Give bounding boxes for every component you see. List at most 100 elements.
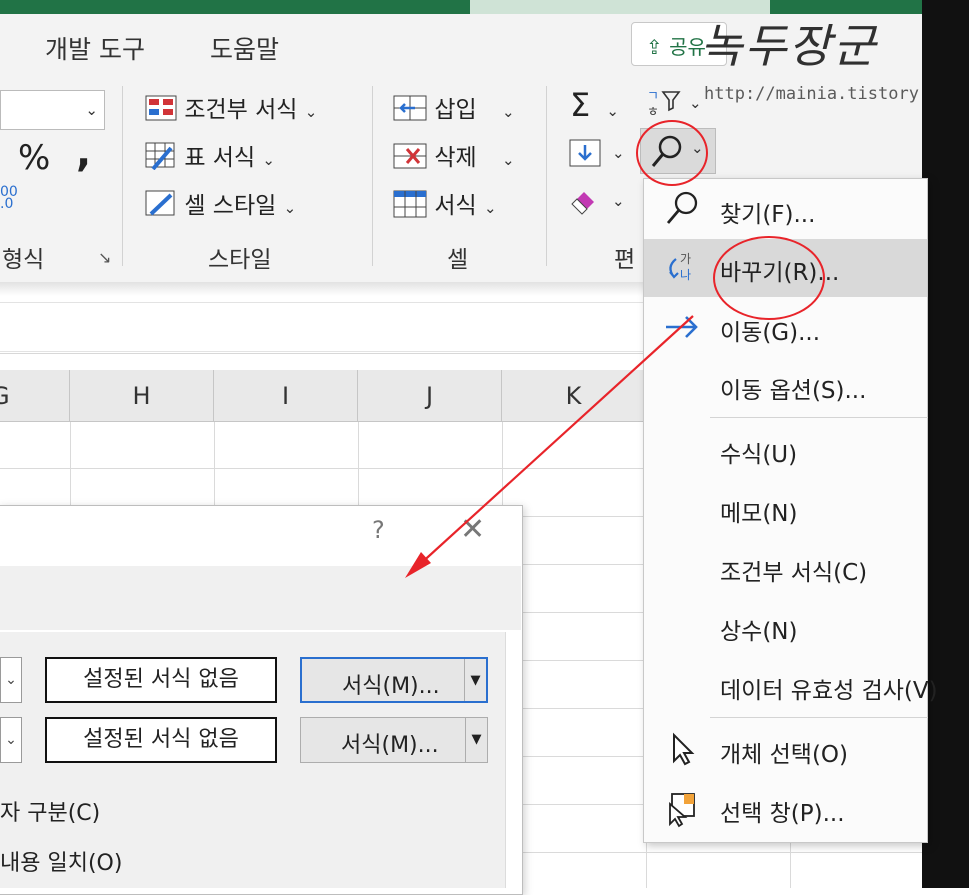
comma-style-button[interactable]: , (76, 130, 91, 176)
chevron-down-icon: ⌄ (483, 199, 497, 217)
menu-item-label: 수식(U) (720, 442, 798, 468)
annotation-circle (636, 120, 708, 186)
fill-down-icon (569, 139, 601, 167)
chevron-down-icon: ⌄ (5, 672, 17, 688)
menu-item-label: 이동 옵션(S)... (720, 378, 867, 404)
menu-item-conditional-formatting[interactable]: 조건부 서식(C) (644, 539, 927, 597)
menu-item-label: 메모(N) (720, 501, 798, 527)
menu-item-constants[interactable]: 상수(N) (644, 598, 927, 656)
delete-cells-button[interactable]: 삭제 ⌄ (393, 138, 515, 172)
format-as-table-label: 표 서식 (184, 145, 256, 171)
annotation-circle (713, 236, 825, 320)
cell-styles-icon (145, 190, 175, 216)
menu-item-label: 찾기(F)... (720, 202, 816, 228)
match-case-option[interactable]: 자 구분(C) (0, 795, 100, 827)
conditional-formatting-icon (145, 95, 177, 121)
menu-item-label: 개체 선택(O) (720, 742, 849, 768)
styles-group-label: 스타일 (208, 247, 272, 273)
table-format-icon (145, 142, 175, 170)
column-header-k[interactable]: K (502, 370, 646, 422)
separator (546, 86, 547, 266)
insert-cells-button[interactable]: 삽입 ⌄ (393, 90, 515, 124)
percent-style-button[interactable]: % (18, 138, 50, 178)
share-icon: ⇪ (646, 35, 663, 59)
column-header-g[interactable]: G (0, 370, 70, 422)
menu-item-data-validation[interactable]: 데이터 유효성 검사(V) (644, 657, 938, 715)
column-header-h[interactable]: H (70, 370, 214, 422)
dialog-launcher-icon[interactable]: ↘ (98, 248, 111, 267)
menu-item-label: 상수(N) (720, 619, 798, 645)
find-what-combo[interactable]: ⌄ (0, 657, 22, 703)
replace-format-preview: 설정된 서식 없음 (45, 717, 277, 763)
number-group-label: 형식 (2, 247, 45, 273)
pointer-icon (673, 732, 695, 766)
svg-text:ㅎ: ㅎ (647, 105, 659, 120)
tab-help[interactable]: 도움말 (210, 30, 279, 66)
dropdown-arrow-icon[interactable]: ▼ (465, 718, 487, 762)
chevron-down-icon: ⌄ (606, 102, 619, 120)
insert-label: 삽입 (434, 97, 477, 123)
dialog-options-panel: ⌄ 설정된 서식 없음 서식(M)... ▼ ⌄ 설정된 서식 없음 서식(M)… (0, 632, 506, 888)
menu-item-notes[interactable]: 메모(N) (644, 480, 927, 538)
replace-with-combo[interactable]: ⌄ (0, 717, 22, 763)
chevron-down-icon: ⌄ (5, 732, 17, 748)
chevron-down-icon: ⌄ (501, 103, 515, 121)
conditional-formatting-button[interactable]: 조건부 서식 ⌄ (145, 90, 317, 124)
svg-text:가: 가 (680, 252, 691, 266)
menu-item-selection-pane[interactable]: 선택 창(P)... (644, 780, 927, 838)
column-header-j[interactable]: J (358, 370, 502, 422)
fill-button[interactable]: ⌄ (568, 138, 625, 172)
chevron-down-icon: ⌄ (262, 151, 275, 169)
chevron-down-icon: ⌄ (85, 101, 98, 119)
autosum-button[interactable]: Σ ⌄ (570, 86, 619, 124)
menu-item-label: 선택 창(P)... (720, 801, 845, 827)
window-edge (922, 0, 969, 888)
cell-styles-label: 셀 스타일 (184, 193, 277, 219)
menu-item-go-to-special[interactable]: 이동 옵션(S)... (644, 357, 927, 415)
chevron-down-icon: ⌄ (612, 144, 625, 162)
format-as-table-button[interactable]: 표 서식 ⌄ (145, 138, 275, 172)
menu-item-select-objects[interactable]: 개체 선택(O) (644, 721, 927, 779)
format-label: 서식 (434, 193, 477, 219)
conditional-formatting-label: 조건부 서식 (184, 97, 298, 123)
chevron-down-icon: ⌄ (304, 103, 318, 121)
arrow-right-icon (666, 316, 698, 338)
menu-separator (710, 417, 928, 418)
cell-styles-button[interactable]: 셀 스타일 ⌄ (145, 186, 296, 220)
menu-separator (710, 717, 928, 718)
chevron-down-icon: ⌄ (689, 94, 702, 112)
replace-format-label: 서식(M)... (341, 733, 439, 758)
dropdown-arrow-icon[interactable]: ▼ (464, 659, 486, 701)
number-format-dropdown[interactable]: ⌄ (0, 90, 105, 130)
format-cells-button[interactable]: 서식 ⌄ (393, 186, 497, 220)
tab-developer[interactable]: 개발 도구 (45, 30, 145, 66)
close-button[interactable]: ✕ (460, 512, 485, 547)
delete-label: 삭제 (434, 145, 477, 171)
clear-button[interactable]: ⌄ (568, 186, 625, 220)
eraser-icon (571, 192, 594, 215)
insert-cells-icon (393, 95, 427, 121)
menu-item-find[interactable]: 찾기(F)... (644, 181, 927, 239)
chevron-down-icon: ⌄ (612, 192, 625, 210)
separator (372, 86, 373, 266)
match-entire-cell-option[interactable]: 내용 일치(O) (0, 845, 122, 877)
separator (122, 86, 123, 266)
magnifier-icon (666, 191, 698, 224)
watermark-title: 녹두장군 (700, 19, 878, 73)
column-header-i[interactable]: I (214, 370, 358, 422)
sort-filter-icon: ㄱ ㅎ (647, 89, 681, 120)
sigma-icon: Σ (570, 86, 591, 124)
find-format-preview: 설정된 서식 없음 (45, 657, 277, 703)
find-format-button[interactable]: 서식(M)... ▼ (300, 657, 488, 703)
decimal-icon[interactable]: 00.0 (0, 185, 18, 211)
menu-item-label: 데이터 유효성 검사(V) (720, 678, 938, 704)
cells-group-label: 셀 (447, 247, 469, 273)
replace-format-button[interactable]: 서식(M)... ▼ (300, 717, 488, 763)
help-button[interactable]: ? (372, 516, 385, 544)
menu-item-formulas[interactable]: 수식(U) (644, 421, 927, 479)
sort-filter-button[interactable]: ㄱ ㅎ ⌄ (645, 86, 702, 124)
chevron-down-icon: ⌄ (501, 151, 515, 169)
svg-text:나: 나 (680, 268, 691, 282)
replace-icon: 가 나 (669, 252, 691, 282)
dialog-tab-band (0, 566, 521, 630)
